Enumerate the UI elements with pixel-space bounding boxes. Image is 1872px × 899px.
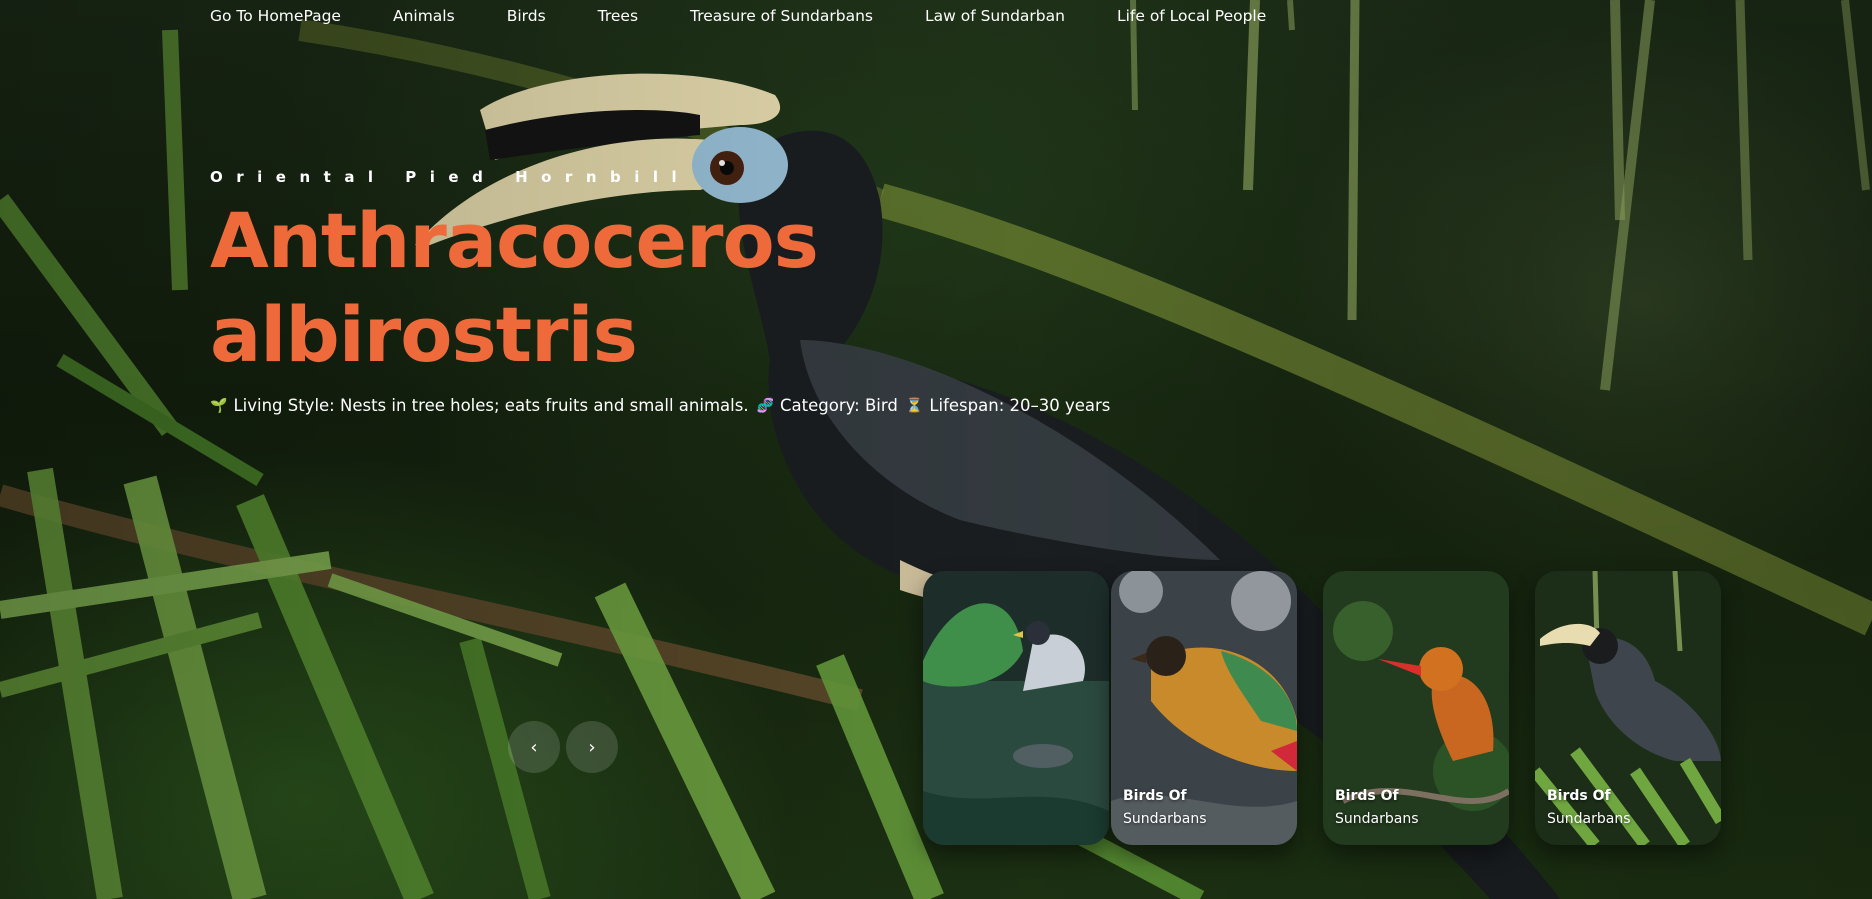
hero-content: Oriental Pied Hornbill Anthracoceros alb… bbox=[210, 168, 1110, 415]
next-slide-button[interactable]: › bbox=[566, 721, 618, 773]
thumbnail-card[interactable]: Birds Of Sundarbans bbox=[1323, 571, 1509, 845]
card-subtitle: Sundarbans bbox=[1335, 811, 1419, 827]
nav-link-treasure[interactable]: Treasure of Sundarbans bbox=[664, 6, 899, 26]
top-nav: Go To HomePage Animals Birds Trees Treas… bbox=[210, 6, 1292, 26]
title-line-1: Anthracoceros bbox=[210, 196, 819, 285]
thumbnail-card[interactable]: Birds Of Sundarbans bbox=[1111, 571, 1297, 845]
nav-link-law[interactable]: Law of Sundarban bbox=[899, 6, 1091, 26]
nav-link-birds[interactable]: Birds bbox=[481, 6, 572, 26]
card-subtitle: Sundarbans bbox=[1123, 811, 1207, 827]
common-name: Oriental Pied Hornbill bbox=[210, 168, 691, 186]
nav-link-local-people[interactable]: Life of Local People bbox=[1091, 6, 1292, 26]
card-subtitle: Sundarbans bbox=[1547, 811, 1631, 827]
scientific-name: Anthracoceros albirostris bbox=[210, 194, 1090, 382]
title-line-2: albirostris bbox=[210, 290, 638, 379]
species-info: 🌱 Living Style: Nests in tree holes; eat… bbox=[210, 396, 1110, 415]
card-caption: Birds Of Sundarbans bbox=[1335, 785, 1419, 831]
prev-slide-button[interactable]: ‹ bbox=[508, 721, 560, 773]
nav-link-animals[interactable]: Animals bbox=[367, 6, 481, 26]
bird-thumbnail-image bbox=[923, 571, 1109, 845]
slider-controls: ‹ › bbox=[508, 721, 618, 773]
chevron-right-icon: › bbox=[588, 736, 596, 758]
card-title: Birds Of bbox=[1547, 788, 1611, 804]
lifespan-text: Lifespan: 20–30 years bbox=[929, 396, 1111, 415]
hourglass-icon: ⏳ bbox=[905, 397, 924, 414]
nav-link-homepage[interactable]: Go To HomePage bbox=[210, 6, 367, 26]
card-caption: Birds Of Sundarbans bbox=[1123, 785, 1207, 831]
dna-icon: 🧬 bbox=[756, 397, 775, 414]
card-caption: Birds Of Sundarbans bbox=[1547, 785, 1631, 831]
seedling-icon: 🌱 bbox=[210, 397, 228, 414]
living-style-text: Living Style: Nests in tree holes; eats … bbox=[233, 396, 749, 415]
card-title: Birds Of bbox=[1335, 788, 1399, 804]
thumbnail-carousel: Birds Of Sundarbans Birds Of Sundarbans bbox=[923, 571, 1723, 845]
card-title: Birds Of bbox=[1123, 788, 1187, 804]
nav-link-trees[interactable]: Trees bbox=[572, 6, 664, 26]
category-text: Category: Bird bbox=[780, 396, 898, 415]
thumbnail-card[interactable] bbox=[923, 571, 1109, 845]
chevron-left-icon: ‹ bbox=[530, 736, 538, 758]
thumbnail-card[interactable]: Birds Of Sundarbans bbox=[1535, 571, 1721, 845]
